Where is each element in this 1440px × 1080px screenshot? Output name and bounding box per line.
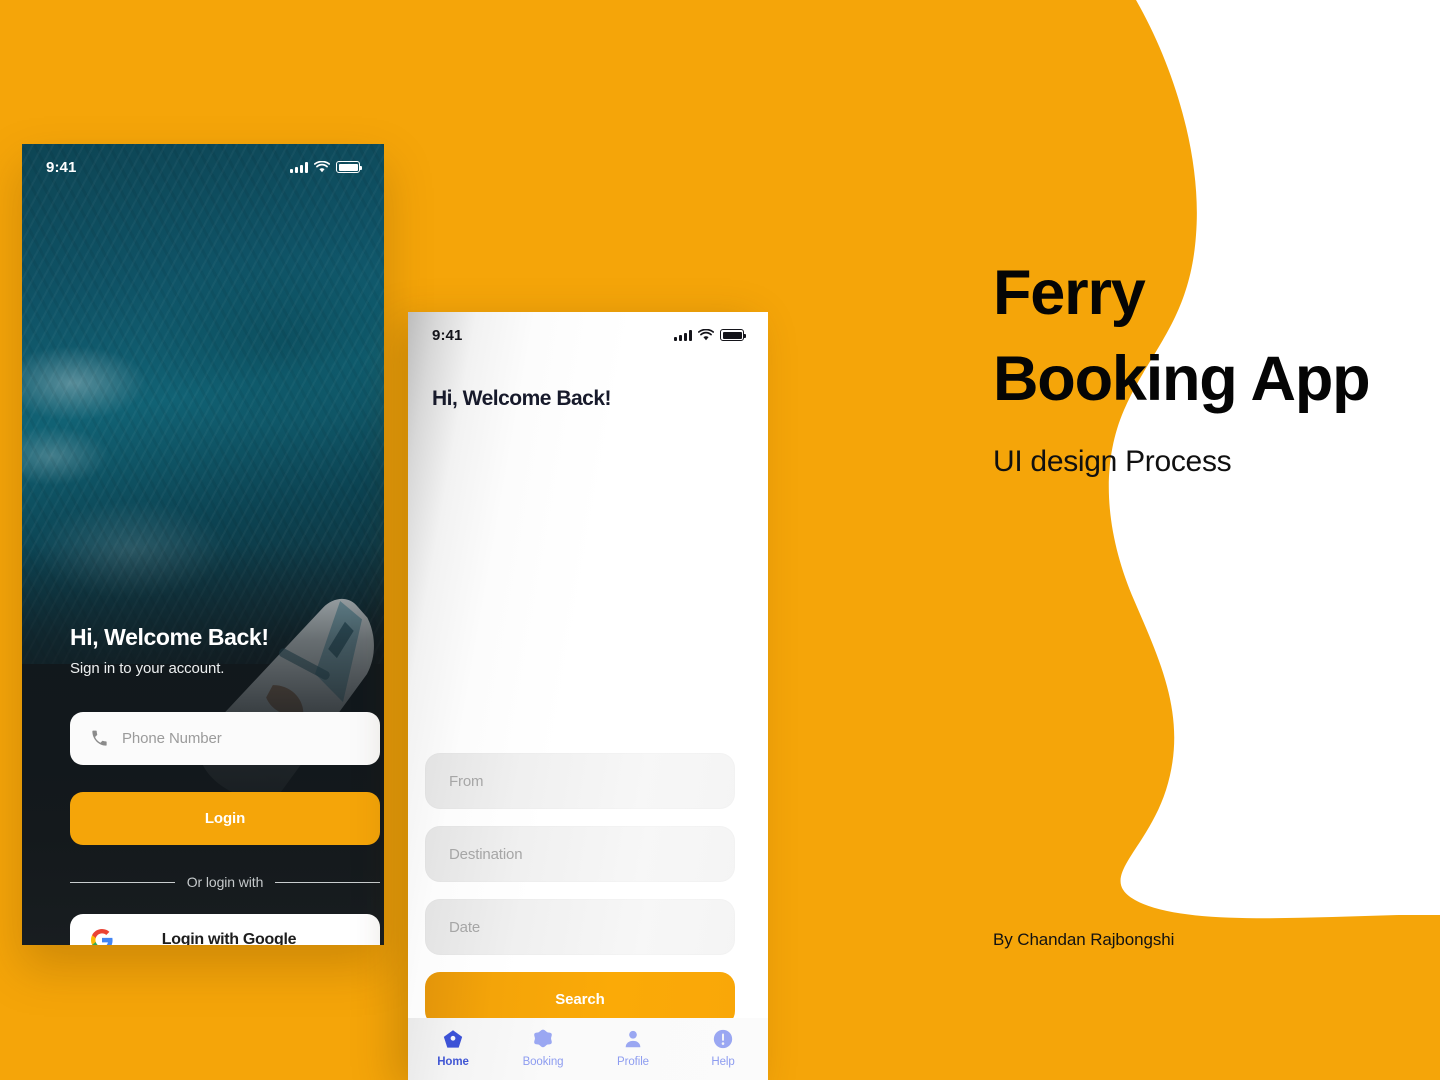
status-time: 9:41 (432, 326, 463, 344)
google-icon (91, 929, 113, 945)
nav-label: Home (437, 1056, 469, 1068)
nav-label: Booking (522, 1056, 564, 1068)
help-alert-icon (713, 1029, 733, 1049)
nav-label: Profile (617, 1056, 649, 1068)
phone-icon (92, 730, 107, 746)
login-heading-block: Hi, Welcome Back! Sign in to your accoun… (70, 624, 269, 677)
wifi-icon (314, 161, 330, 173)
from-input[interactable]: From (425, 753, 735, 809)
nav-item-profile[interactable]: Profile (588, 1028, 678, 1068)
status-time: 9:41 (46, 158, 77, 176)
battery-icon (720, 329, 746, 341)
star-booking-icon (534, 1029, 552, 1048)
divider-line-right (275, 881, 381, 883)
login-button[interactable]: Login (70, 792, 380, 845)
promo-subtitle: UI design Process (993, 444, 1232, 478)
login-screen-mockup: 9:41 Hi, Welcome Back! Sign in to your a… (22, 144, 384, 945)
home-status-bar: 9:41 (408, 312, 768, 358)
nav-item-home[interactable]: Home (408, 1028, 498, 1068)
wifi-icon (698, 329, 714, 341)
home-pentagon-icon (443, 1030, 463, 1048)
login-heading: Hi, Welcome Back! (70, 624, 269, 650)
destination-placeholder: Destination (449, 845, 523, 863)
login-divider: Or login with (70, 874, 381, 890)
signal-bars-icon (290, 161, 308, 173)
home-screen-mockup: 9:41 Hi, Welcome Back! From Destination … (408, 312, 768, 1080)
promo-copy: Ferry Booking App UI design Process (993, 250, 1413, 479)
phone-number-input[interactable]: Phone Number (70, 712, 380, 765)
from-placeholder: From (449, 772, 484, 790)
nav-label: Help (711, 1056, 735, 1068)
divider-label: Or login with (186, 874, 264, 890)
battery-icon (336, 161, 362, 173)
login-status-bar: 9:41 (22, 144, 384, 190)
phone-number-placeholder: Phone Number (122, 730, 222, 747)
date-input[interactable]: Date (425, 899, 735, 955)
promo-title-line1: Ferry (993, 258, 1146, 328)
login-subheading: Sign in to your account. (70, 660, 225, 677)
google-login-label: Login with Google (161, 931, 297, 945)
nav-item-help[interactable]: Help (678, 1028, 768, 1068)
home-heading: Hi, Welcome Back! (432, 387, 612, 410)
divider-line-left (70, 881, 175, 883)
promo-title: Ferry Booking App (993, 250, 1413, 423)
nav-item-booking[interactable]: Booking (498, 1028, 588, 1068)
signal-bars-icon (674, 329, 692, 341)
google-login-button[interactable]: Login with Google (70, 914, 380, 945)
date-placeholder: Date (449, 918, 481, 936)
promo-title-line2: Booking App (993, 344, 1371, 415)
destination-input[interactable]: Destination (425, 826, 735, 882)
person-icon (625, 1030, 641, 1048)
author-credit: By Chandan Rajbongshi (993, 930, 1175, 949)
bottom-navigation: Home Booking Profile Help (408, 1018, 768, 1080)
